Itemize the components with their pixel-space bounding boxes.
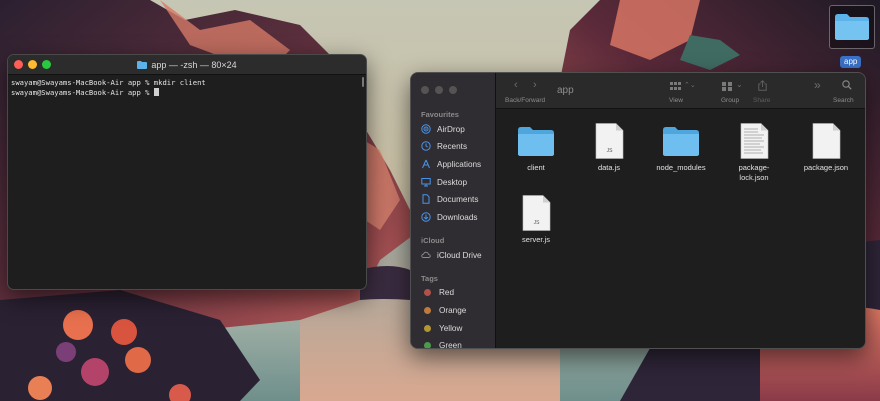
file-name: package.json (803, 163, 849, 172)
sidebar-item-label: Downloads (437, 212, 478, 222)
terminal-line: swayam@Swayams-MacBook-Air app % mkdir c… (11, 78, 206, 87)
terminal-titlebar[interactable]: app — -zsh — 80×24 (8, 55, 366, 75)
clock-icon (421, 141, 431, 151)
sidebar-item-label: Yellow (439, 323, 463, 333)
sidebar-item-desktop[interactable]: Desktop (421, 175, 467, 189)
window-controls (14, 60, 51, 69)
search-label: Search (833, 97, 854, 104)
sidebar-item-documents[interactable]: Documents (421, 192, 478, 206)
sidebar-item-label: Orange (439, 305, 467, 315)
applications-icon (422, 159, 430, 169)
terminal-prompt: swayam@Swayams-MacBook-Air app % (11, 87, 154, 97)
svg-text:JS: JS (534, 220, 541, 226)
file-item-data-js[interactable]: JS data.js (579, 123, 639, 173)
zoom-button[interactable] (42, 60, 51, 69)
close-button[interactable] (14, 60, 23, 69)
terminal-scrollbar[interactable] (362, 77, 364, 87)
file-item-client[interactable]: client (506, 123, 566, 173)
sidebar-item-label: Red (439, 287, 455, 297)
sidebar-item-label: Desktop (437, 177, 468, 187)
document-icon (740, 123, 769, 159)
sidebar-item-recents[interactable]: Recents (421, 139, 467, 153)
section-icloud: iCloud (421, 236, 445, 245)
group-chevron-down-icon[interactable]: ⌄ (736, 80, 743, 89)
js-file-icon: JS (595, 123, 624, 159)
folder-icon (663, 127, 699, 156)
sidebar-item-label: AirDrop (437, 124, 465, 134)
back-forward-label: Back/Forward (505, 97, 546, 104)
section-tags: Tags (421, 274, 438, 283)
sidebar-tag-yellow[interactable]: Yellow (421, 321, 462, 335)
finder-file-grid: client JS data.js node_modules package- … (496, 109, 865, 348)
section-favourites: Favourites (421, 110, 459, 119)
finder-toolbar: ‹ › Back/Forward app ⌃⌄ View ⌄ Group Sha… (496, 73, 865, 109)
json-file-icon (812, 123, 841, 159)
finder-window[interactable]: Favourites AirDrop Recents Applications (410, 72, 866, 349)
sidebar-tag-red[interactable]: Red (421, 285, 454, 299)
sidebar-item-label: Applications (437, 159, 482, 169)
airdrop-icon (421, 124, 431, 134)
desktop-folder-label: app (840, 56, 862, 68)
close-button[interactable] (421, 86, 429, 94)
file-name: client (527, 163, 545, 172)
file-item-package-lock-json[interactable]: package- lock.json (724, 123, 784, 183)
terminal-title: app — -zsh — 80×24 (137, 59, 237, 70)
download-icon (421, 212, 431, 222)
tag-dot-icon (424, 324, 431, 332)
terminal-output[interactable]: swayam@Swayams-MacBook-Air app % mkdir c… (8, 75, 366, 100)
file-item-node-modules[interactable]: node_modules (651, 123, 711, 173)
group-label: Group (721, 97, 740, 104)
sidebar-tag-green[interactable]: Green (421, 338, 462, 349)
terminal-title-text: app — -zsh — 80×24 (151, 59, 237, 70)
folder-icon (137, 60, 148, 69)
cloud-icon (421, 251, 431, 258)
sidebar-item-downloads[interactable]: Downloads (421, 210, 478, 224)
folder-icon (518, 127, 554, 156)
sidebar-item-label: iCloud Drive (437, 250, 482, 260)
folder-icon (835, 14, 869, 40)
tag-dot-icon (424, 288, 431, 296)
zoom-button[interactable] (449, 86, 457, 94)
file-name: data.js (597, 163, 621, 172)
more-chevrons-icon[interactable]: » (814, 78, 821, 92)
file-item-server-js[interactable]: JS server.js (506, 195, 566, 245)
terminal-window[interactable]: app — -zsh — 80×24 swayam@Swayams-MacBoo… (7, 54, 367, 290)
text-cursor (153, 87, 159, 96)
sidebar-item-label: Documents (437, 194, 479, 204)
sidebar-item-label: Green (439, 340, 462, 349)
desktop-icon (421, 178, 431, 187)
minimize-button[interactable] (435, 86, 443, 94)
back-icon[interactable]: ‹ (514, 79, 518, 91)
file-name: node_modules (656, 163, 706, 172)
terminal-prompt-line[interactable]: swayam@Swayams-MacBook-Air app % (11, 87, 363, 98)
view-chevron-icon[interactable]: ⌃⌄ (684, 81, 696, 89)
svg-text:JS: JS (607, 148, 614, 154)
icon-grid-view-icon[interactable] (670, 82, 681, 91)
file-name: server.js (522, 235, 550, 244)
file-name: package- lock.json (738, 163, 770, 182)
sidebar-item-icloud-drive[interactable]: iCloud Drive (421, 248, 482, 262)
file-item-package-json[interactable]: package.json (796, 123, 856, 173)
tag-dot-icon (424, 341, 431, 348)
window-title: app (557, 85, 574, 96)
share-label: Share (753, 97, 771, 104)
sidebar-tag-orange[interactable]: Orange (421, 303, 466, 317)
tag-dot-icon (424, 306, 431, 314)
sidebar-item-airdrop[interactable]: AirDrop (421, 122, 465, 136)
minimize-button[interactable] (28, 60, 37, 69)
window-controls (421, 86, 457, 94)
sidebar-item-label: Recents (437, 141, 468, 151)
js-file-icon: JS (522, 195, 551, 231)
finder-sidebar: Favourites AirDrop Recents Applications (411, 73, 496, 348)
sidebar-item-applications[interactable]: Applications (421, 157, 481, 171)
view-label: View (669, 97, 683, 104)
forward-icon[interactable]: › (533, 79, 537, 91)
group-icon[interactable] (722, 82, 733, 91)
desktop-folder-app[interactable]: app (829, 5, 875, 68)
document-icon (422, 194, 430, 204)
search-icon[interactable] (842, 80, 852, 90)
share-icon[interactable] (758, 80, 767, 91)
